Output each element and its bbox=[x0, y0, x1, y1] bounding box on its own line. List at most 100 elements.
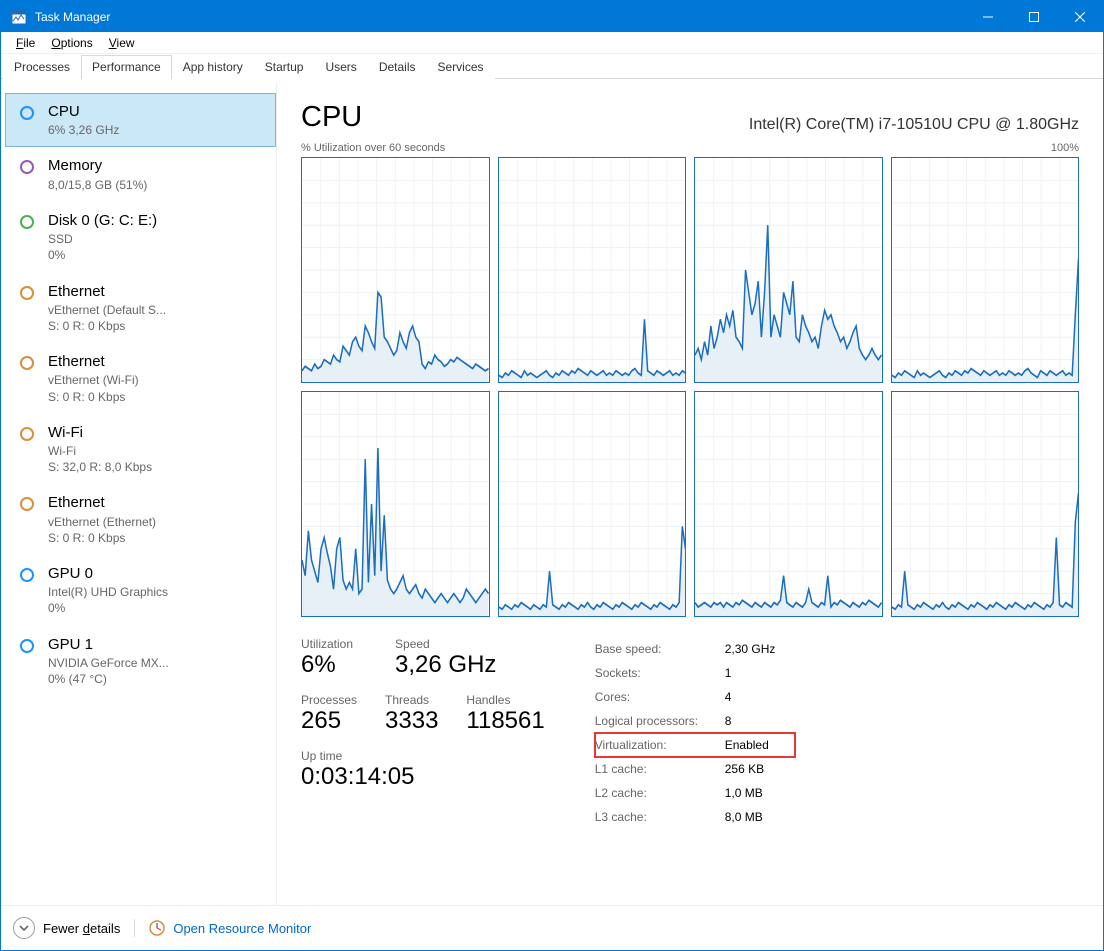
status-ring-icon bbox=[20, 568, 34, 582]
resource-monitor-icon bbox=[149, 920, 165, 936]
sidebar-item-cpu[interactable]: CPU6% 3,26 GHz bbox=[5, 93, 276, 147]
sidebar-item-wi-fi[interactable]: Wi-FiWi-FiS: 32,0 R: 8,0 Kbps bbox=[5, 414, 276, 485]
tab-app-history[interactable]: App history bbox=[172, 55, 254, 79]
sidebar-item-memory[interactable]: Memory8,0/15,8 GB (51%) bbox=[5, 147, 276, 201]
tab-startup[interactable]: Startup bbox=[254, 55, 315, 79]
sidebar-item-title: Ethernet bbox=[48, 352, 139, 372]
spec-key: Sockets: bbox=[595, 666, 725, 680]
window-title: Task Manager bbox=[35, 10, 110, 24]
sidebar-item-sub: S: 0 R: 0 Kbps bbox=[48, 318, 166, 334]
title-bar: Task Manager bbox=[1, 1, 1103, 32]
spec-key: L3 cache: bbox=[595, 810, 725, 824]
sidebar-item-sub: vEthernet (Default S... bbox=[48, 302, 166, 318]
spec-row: L1 cache:256 KB bbox=[595, 757, 795, 781]
sidebar-item-gpu-0[interactable]: GPU 0Intel(R) UHD Graphics0% bbox=[5, 555, 276, 626]
spec-value: 1,0 MB bbox=[725, 786, 795, 800]
sidebar-item-sub: S: 0 R: 0 Kbps bbox=[48, 530, 156, 546]
separator bbox=[134, 919, 135, 937]
spec-value: Enabled bbox=[725, 738, 795, 752]
stat-label-utilization: Utilization bbox=[301, 637, 353, 651]
spec-value: 4 bbox=[725, 690, 795, 704]
spec-key: Logical processors: bbox=[595, 714, 725, 728]
spec-row: L2 cache:1,0 MB bbox=[595, 781, 795, 805]
status-ring-icon bbox=[20, 427, 34, 441]
sidebar-item-ethernet[interactable]: EthernetvEthernet (Wi-Fi)S: 0 R: 0 Kbps bbox=[5, 343, 276, 414]
spec-row: Cores:4 bbox=[595, 685, 795, 709]
cpu-chart-1[interactable] bbox=[498, 157, 687, 383]
tab-processes[interactable]: Processes bbox=[3, 55, 81, 79]
tabs: ProcessesPerformanceApp historyStartupUs… bbox=[1, 54, 1103, 79]
minimize-button[interactable] bbox=[965, 1, 1011, 32]
sidebar-item-disk-0-g-c-e[interactable]: Disk 0 (G: C: E:)SSD0% bbox=[5, 202, 276, 273]
sidebar-item-sub: 0% bbox=[48, 247, 157, 263]
status-ring-icon bbox=[20, 215, 34, 229]
spec-value: 1 bbox=[725, 666, 795, 680]
cpu-chart-5[interactable] bbox=[498, 391, 687, 617]
chart-axis-right-label: 100% bbox=[1051, 142, 1079, 154]
status-ring-icon bbox=[20, 497, 34, 511]
spec-table: Base speed:2,30 GHzSockets:1Cores:4Logic… bbox=[595, 637, 795, 829]
page-title: CPU bbox=[301, 101, 362, 134]
sidebar-item-gpu-1[interactable]: GPU 1NVIDIA GeForce MX...0% (47 °C) bbox=[5, 626, 276, 697]
menu-file[interactable]: File bbox=[8, 34, 43, 52]
chart-axis-left-label: % Utilization over 60 seconds bbox=[301, 142, 445, 154]
close-button[interactable] bbox=[1057, 1, 1103, 32]
cpu-chart-3[interactable] bbox=[891, 157, 1080, 383]
sidebar-item-sub: Intel(R) UHD Graphics bbox=[48, 584, 168, 600]
spec-row: Logical processors:8 bbox=[595, 709, 795, 733]
sidebar-item-ethernet[interactable]: EthernetvEthernet (Default S...S: 0 R: 0… bbox=[5, 273, 276, 344]
cpu-charts-grid bbox=[301, 157, 1079, 617]
cpu-chart-2[interactable] bbox=[694, 157, 883, 383]
stat-label-speed: Speed bbox=[395, 637, 496, 651]
sidebar-item-sub: 0% bbox=[48, 600, 168, 616]
collapse-icon[interactable] bbox=[13, 917, 35, 939]
cpu-chart-0[interactable] bbox=[301, 157, 490, 383]
maximize-button[interactable] bbox=[1011, 1, 1057, 32]
sidebar-item-title: Wi-Fi bbox=[48, 423, 152, 443]
sidebar-item-title: Ethernet bbox=[48, 282, 166, 302]
status-ring-icon bbox=[20, 106, 34, 120]
spec-value: 8 bbox=[725, 714, 795, 728]
sidebar-item-sub: S: 0 R: 0 Kbps bbox=[48, 389, 139, 405]
status-ring-icon bbox=[20, 160, 34, 174]
status-ring-icon bbox=[20, 639, 34, 653]
tab-services[interactable]: Services bbox=[427, 55, 495, 79]
open-resource-monitor-link[interactable]: Open Resource Monitor bbox=[173, 921, 311, 936]
sidebar-item-sub: vEthernet (Wi-Fi) bbox=[48, 372, 139, 388]
spec-row: Virtualization:Enabled bbox=[595, 733, 795, 757]
sidebar-item-title: CPU bbox=[48, 102, 119, 122]
sidebar-item-sub: vEthernet (Ethernet) bbox=[48, 514, 156, 530]
sidebar-item-title: Memory bbox=[48, 156, 147, 176]
app-icon bbox=[11, 9, 27, 25]
spec-row: L3 cache:8,0 MB bbox=[595, 805, 795, 829]
tab-details[interactable]: Details bbox=[368, 55, 427, 79]
cpu-chart-4[interactable] bbox=[301, 391, 490, 617]
cpu-chart-7[interactable] bbox=[891, 391, 1080, 617]
sidebar-item-sub: 6% 3,26 GHz bbox=[48, 122, 119, 138]
sidebar-item-title: Ethernet bbox=[48, 493, 156, 513]
menu-options[interactable]: Options bbox=[43, 34, 100, 52]
cpu-model: Intel(R) Core(TM) i7-10510U CPU @ 1.80GH… bbox=[749, 116, 1079, 134]
sidebar-item-sub: NVIDIA GeForce MX... bbox=[48, 655, 169, 671]
spec-value: 8,0 MB bbox=[725, 810, 795, 824]
tab-performance[interactable]: Performance bbox=[81, 55, 172, 79]
stat-value-speed: 3,26 GHz bbox=[395, 651, 496, 679]
stat-label-processes: Processes bbox=[301, 693, 357, 707]
sidebar: CPU6% 3,26 GHzMemory8,0/15,8 GB (51%)Dis… bbox=[5, 83, 277, 905]
menu-bar: File Options View bbox=[1, 32, 1103, 54]
sidebar-item-title: GPU 0 bbox=[48, 564, 168, 584]
sidebar-item-title: GPU 1 bbox=[48, 635, 169, 655]
spec-row: Sockets:1 bbox=[595, 661, 795, 685]
stat-label-handles: Handles bbox=[466, 693, 544, 707]
spec-key: L1 cache: bbox=[595, 762, 725, 776]
fewer-details-link[interactable]: Fewer details bbox=[43, 921, 120, 936]
tab-users[interactable]: Users bbox=[314, 55, 367, 79]
cpu-chart-6[interactable] bbox=[694, 391, 883, 617]
sidebar-item-ethernet[interactable]: EthernetvEthernet (Ethernet)S: 0 R: 0 Kb… bbox=[5, 484, 276, 555]
spec-row: Base speed:2,30 GHz bbox=[595, 637, 795, 661]
spec-key: Cores: bbox=[595, 690, 725, 704]
stat-value-processes: 265 bbox=[301, 707, 357, 735]
stat-value-threads: 3333 bbox=[385, 707, 438, 735]
menu-view[interactable]: View bbox=[101, 34, 143, 52]
sidebar-item-sub: Wi-Fi bbox=[48, 443, 152, 459]
